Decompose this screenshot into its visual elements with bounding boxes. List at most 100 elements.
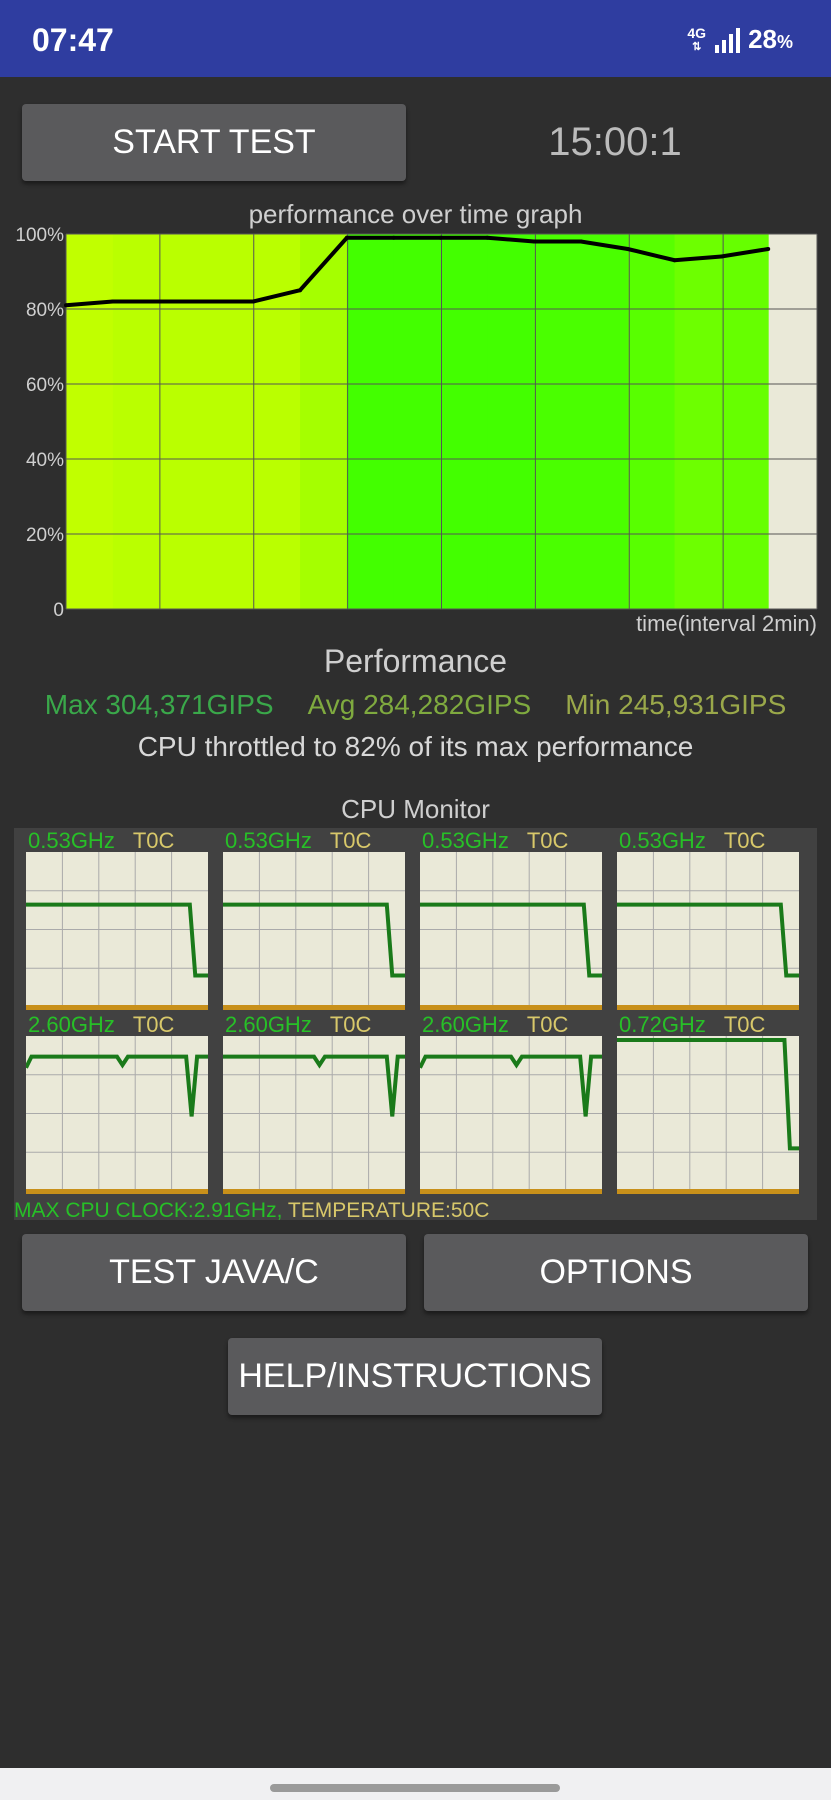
performance-point — [298, 288, 303, 293]
data-arrows-icon: ⇅ — [692, 40, 702, 53]
performance-point — [204, 299, 209, 304]
cpu-core-frequency: 2.60GHz — [422, 1012, 509, 1037]
battery-level: 28% — [748, 24, 793, 55]
cpu-core-4: 2.60GHz T0C — [26, 1012, 208, 1195]
cpu-core-label: 0.53GHz T0C — [422, 828, 568, 854]
y-tick-label: 20% — [26, 525, 64, 546]
min-gips: Min 245,931GIPS — [565, 689, 787, 720]
y-tick-label: 40% — [26, 450, 64, 471]
cpu-core-3: 0.53GHz T0C — [617, 828, 799, 1011]
performance-band — [346, 234, 395, 609]
cpu-core-2: 0.53GHz T0C — [420, 828, 602, 1011]
core-temperature-bar — [26, 1189, 208, 1194]
cpu-core-temperature: T0C — [723, 1012, 766, 1037]
performance-band — [112, 234, 161, 609]
help-instructions-button[interactable]: HELP/INSTRUCTIONS — [228, 1338, 602, 1415]
performance-stats: Max 304,371GIPS Avg 284,282GIPS Min 245,… — [0, 689, 831, 721]
cpu-core-temperature: T0C — [132, 1012, 175, 1037]
performance-band — [487, 234, 535, 609]
performance-graph: 0 20% 40% 60% 80% 100% — [15, 226, 818, 616]
start-test-button[interactable]: START TEST — [22, 104, 406, 181]
options-button[interactable]: OPTIONS — [424, 1234, 808, 1311]
status-time: 07:47 — [32, 22, 114, 58]
performance-point — [578, 239, 583, 244]
cpu-core-temperature: T0C — [329, 828, 372, 853]
cpu-core-label: 2.60GHz T0C — [225, 1012, 371, 1038]
cpu-core-frequency: 0.53GHz — [619, 828, 706, 853]
core-temperature-bar — [26, 1005, 208, 1010]
performance-band — [440, 234, 488, 609]
y-tick-label: 60% — [26, 375, 64, 396]
y-tick-label: 0 — [53, 600, 64, 616]
cpu-core-frequency: 0.53GHz — [422, 828, 509, 853]
cpu-temperature: TEMPERATURE:50C — [287, 1199, 490, 1222]
cpu-core-temperature: T0C — [132, 828, 175, 853]
performance-point — [485, 235, 490, 240]
cpu-core-graph — [617, 1036, 799, 1194]
performance-point — [344, 235, 349, 240]
cpu-core-temperature: T0C — [723, 828, 766, 853]
performance-heading: Performance — [323, 643, 508, 679]
cpu-monitor-title: CPU Monitor — [341, 794, 490, 824]
performance-band — [393, 234, 441, 609]
cpu-core-temperature: T0C — [526, 1012, 569, 1037]
performance-point — [625, 247, 630, 251]
y-tick-label: 100% — [15, 226, 64, 246]
performance-band — [721, 234, 769, 609]
signal-icon — [715, 27, 741, 53]
cpu-core-label: 0.53GHz T0C — [28, 828, 174, 854]
cpu-core-6: 2.60GHz T0C — [420, 1012, 602, 1195]
cpu-core-frequency: 0.72GHz — [619, 1012, 706, 1037]
cpu-core-label: 2.60GHz T0C — [28, 1012, 174, 1038]
cpu-core-graph — [26, 1036, 208, 1194]
cpu-core-5: 2.60GHz T0C — [223, 1012, 405, 1195]
performance-point — [110, 299, 115, 304]
status-bar: 07:47 4G ⇅ 28% — [0, 0, 831, 77]
core-temperature-bar — [617, 1189, 799, 1194]
cpu-core-0: 0.53GHz T0C — [26, 828, 208, 1011]
network-type-label: 4G — [687, 24, 707, 41]
status-indicators: 4G ⇅ 28% — [687, 24, 793, 55]
test-timer: 15:00:1 — [548, 120, 682, 164]
cpu-core-graph — [420, 1036, 602, 1194]
cpu-core-graph — [617, 852, 799, 1010]
core-temperature-bar — [617, 1005, 799, 1010]
performance-band — [580, 234, 629, 609]
test-java-c-button[interactable]: TEST JAVA/C — [22, 1234, 406, 1311]
cpu-monitor-panel: 0.53GHz T0C 0.53GHz T0C 0.53GHz T0C 0.53GHz T0C… — [14, 828, 817, 1220]
performance-point — [672, 258, 677, 263]
performance-point — [391, 235, 396, 240]
max-gips: Max 304,371GIPS — [44, 689, 274, 720]
cpu-core-label: 2.60GHz T0C — [422, 1012, 568, 1038]
cpu-core-label: 0.53GHz T0C — [225, 828, 371, 854]
performance-band — [627, 234, 676, 609]
cpu-core-temperature: T0C — [526, 828, 569, 853]
performance-point — [719, 254, 724, 259]
core-temperature-bar — [420, 1189, 602, 1194]
battery-percent: 28 — [748, 24, 777, 54]
y-tick-label: 80% — [26, 300, 64, 321]
performance-point — [438, 235, 443, 240]
cpu-core-1: 0.53GHz T0C — [223, 828, 405, 1011]
performance-band — [206, 234, 254, 609]
home-gesture-handle[interactable] — [270, 1784, 560, 1792]
cpu-core-label: 0.53GHz T0C — [619, 828, 765, 854]
performance-point — [64, 303, 68, 308]
cpu-core-label: 0.72GHz T0C — [619, 1012, 765, 1038]
battery-unit: % — [776, 32, 793, 52]
network-type-icon: 4G ⇅ — [687, 26, 706, 54]
cpu-core-frequency: 2.60GHz — [28, 1012, 115, 1037]
cpu-footer: MAX CPU CLOCK:2.91GHz, TEMPERATURE:50C — [14, 1199, 489, 1223]
cpu-core-frequency: 2.60GHz — [225, 1012, 312, 1037]
core-temperature-bar — [223, 1005, 405, 1010]
performance-band — [674, 234, 722, 609]
throttle-summary: CPU throttled to 82% of its max performa… — [137, 731, 694, 762]
performance-point — [532, 239, 537, 244]
performance-band — [300, 234, 348, 609]
max-cpu-clock: MAX CPU CLOCK:2.91GHz, — [14, 1199, 283, 1222]
performance-band — [66, 234, 114, 609]
core-temperature-bar — [223, 1189, 405, 1194]
cpu-core-frequency: 0.53GHz — [28, 828, 115, 853]
performance-point — [251, 299, 256, 304]
cpu-core-frequency: 0.53GHz — [225, 828, 312, 853]
